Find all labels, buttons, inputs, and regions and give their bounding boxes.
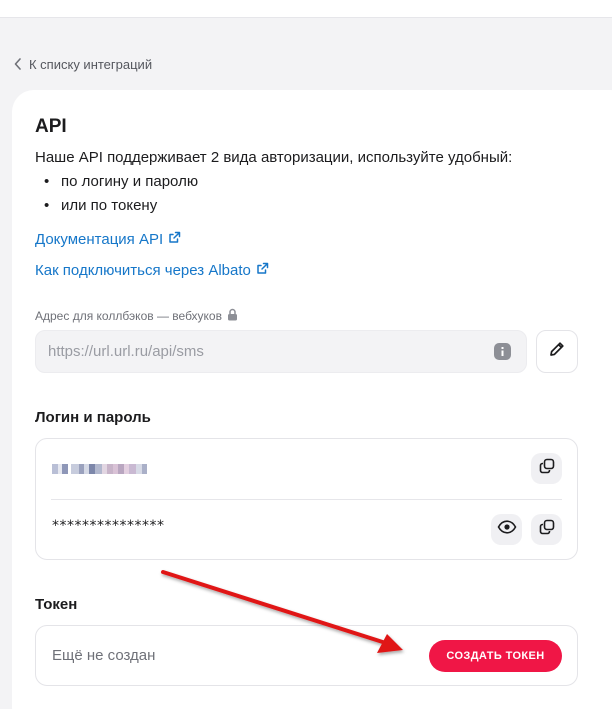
api-title: API (35, 116, 67, 137)
api-docs-link[interactable]: Документация API (35, 229, 181, 249)
auth-methods-list: • по логину и паролю • или по токену (44, 173, 198, 221)
list-item: • по логину и паролю (44, 173, 199, 190)
list-item: • или по токену (44, 197, 158, 214)
token-title: Токен (35, 596, 78, 613)
copy-icon (539, 519, 555, 540)
show-password-button[interactable] (491, 514, 522, 545)
copy-login-button[interactable] (531, 453, 562, 484)
divider (51, 499, 562, 500)
edit-callback-button[interactable] (536, 330, 578, 373)
callback-field-label: Адрес для коллбэков — вебхуков (35, 307, 238, 325)
external-link-icon (256, 262, 269, 279)
create-token-button[interactable]: СОЗДАТЬ ТОКЕН (429, 640, 562, 672)
lock-icon (227, 308, 238, 324)
copy-icon (539, 458, 555, 479)
eye-icon (497, 520, 517, 539)
password-value: *************** (52, 518, 165, 534)
callback-url-input[interactable] (35, 330, 527, 373)
token-status: Ещё не создан (52, 647, 156, 664)
info-icon[interactable] (494, 343, 511, 360)
chevron-left-icon (14, 58, 22, 70)
copy-password-button[interactable] (531, 514, 562, 545)
external-link-icon (168, 231, 181, 248)
credentials-title: Логин и пароль (35, 409, 151, 426)
back-to-integrations-link[interactable]: К списку интеграций (14, 55, 152, 73)
albato-connect-link[interactable]: Как подключиться через Albato (35, 260, 269, 280)
top-bar (0, 0, 612, 18)
api-description: Наше API поддерживает 2 вида авторизации… (35, 149, 513, 166)
pencil-icon (548, 340, 566, 363)
back-link-label: К списку интеграций (29, 56, 153, 72)
login-value-masked (52, 460, 147, 478)
